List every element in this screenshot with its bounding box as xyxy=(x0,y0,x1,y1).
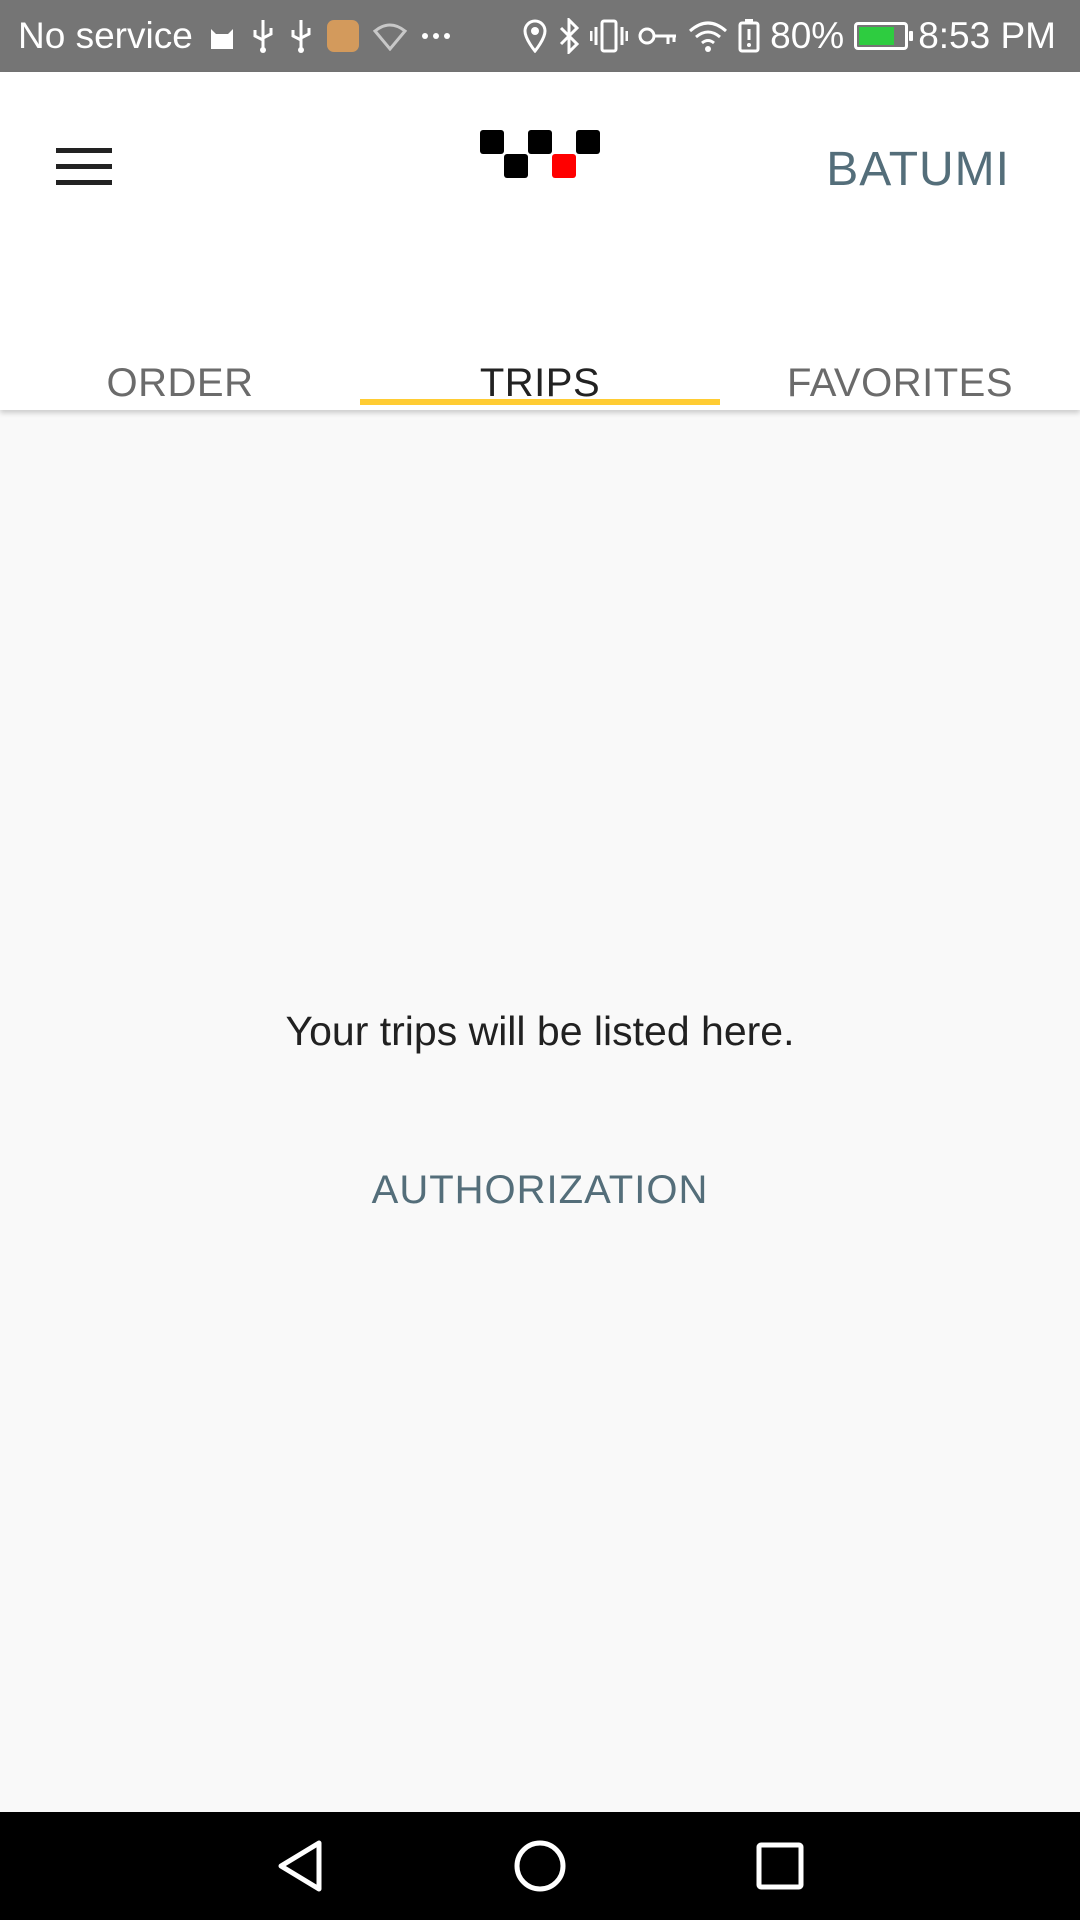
menu-line xyxy=(56,179,112,185)
carrier-text: No service xyxy=(18,15,193,56)
tab-order[interactable]: ORDER xyxy=(0,307,360,405)
cat-icon xyxy=(207,21,237,51)
battery-charging-icon xyxy=(854,22,914,50)
app-icon xyxy=(326,20,359,52)
status-bar-right: 80% 8:53 PM xyxy=(522,0,1056,72)
usb-icon xyxy=(251,18,275,54)
usb-icon xyxy=(289,18,313,54)
back-icon[interactable] xyxy=(260,1826,340,1906)
city-selector-button[interactable]: BATUMI xyxy=(826,130,1010,210)
app-header: BATUMI ORDER TRIPS FAVORITES xyxy=(0,72,1080,410)
taxi-checker-logo xyxy=(480,130,600,178)
battery-level-fill xyxy=(859,27,894,45)
wifi-question-icon xyxy=(372,21,407,51)
location-icon xyxy=(522,19,548,53)
menu-line xyxy=(56,163,112,169)
tab-favorites-label: FAVORITES xyxy=(786,361,1014,405)
vibrate-icon xyxy=(590,19,629,53)
wifi-icon xyxy=(688,19,728,53)
hamburger-menu-icon[interactable] xyxy=(40,122,128,210)
battery-alert-icon xyxy=(738,19,760,53)
tab-bar: ORDER TRIPS FAVORITES xyxy=(0,307,1080,405)
status-bar-left: No service xyxy=(18,0,451,72)
navigation-bar xyxy=(0,1812,1080,1920)
menu-line xyxy=(56,147,112,153)
clock-time: 8:53 PM xyxy=(918,15,1056,56)
tab-trips[interactable]: TRIPS xyxy=(360,307,720,405)
authorization-button[interactable]: AUTHORIZATION xyxy=(340,1150,740,1230)
empty-trips-message: Your trips will be listed here. xyxy=(285,1008,795,1054)
home-icon[interactable] xyxy=(500,1826,580,1906)
recents-icon[interactable] xyxy=(740,1826,820,1906)
key-icon xyxy=(638,24,678,48)
tab-favorites[interactable]: FAVORITES xyxy=(720,307,1080,405)
battery-percent: 80% xyxy=(770,15,845,56)
bluetooth-icon xyxy=(558,18,580,54)
active-tab-indicator xyxy=(360,399,720,405)
more-dots-icon xyxy=(421,31,451,41)
status-bar: No service 80% 8:53 PM xyxy=(0,0,1080,72)
tab-order-label: ORDER xyxy=(106,361,254,405)
